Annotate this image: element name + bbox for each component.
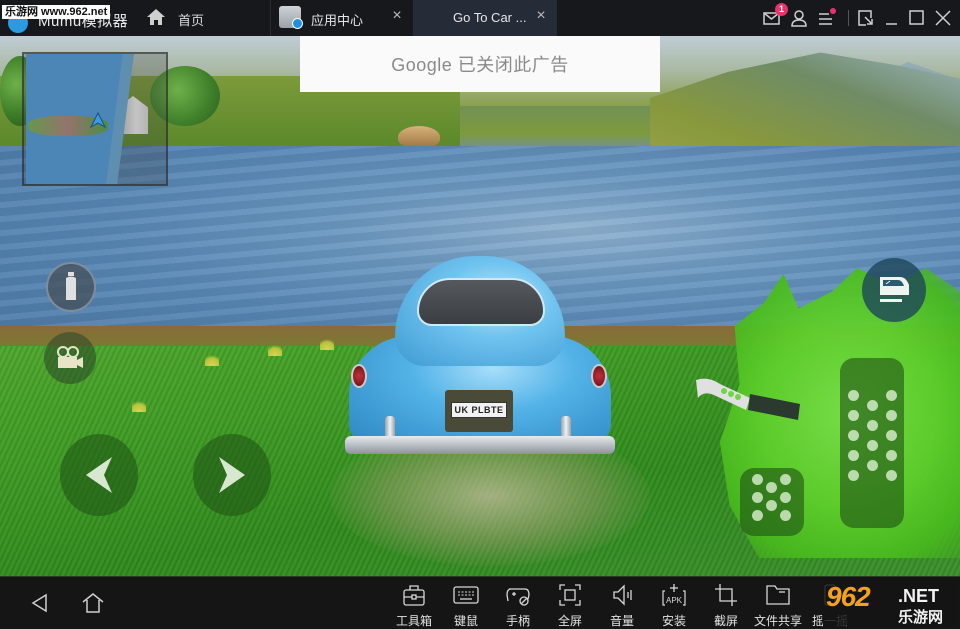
minimize-icon [886,23,897,25]
tab-home[interactable]: 首页 [140,0,270,36]
folder-icon [766,585,790,605]
minimize-button[interactable] [882,8,902,28]
file-share-label: 文件共享 [753,614,802,628]
rear-bumper [345,436,615,454]
tab-game[interactable]: Go To Car ... × [413,0,960,576]
arrow-left-icon [86,457,112,493]
shrink-button[interactable] [856,8,876,28]
watermark-cn: 乐游网 [898,609,944,626]
handbrake-button[interactable] [694,376,804,426]
apk-install-icon: APK [662,584,686,606]
user-button[interactable] [789,8,809,28]
svg-text:APK: APK [666,596,683,605]
watermark-brand: 962 [826,581,871,612]
fullscreen-label: 全屏 [557,614,582,628]
player-position-arrow-icon [90,112,106,128]
tab-close-icon[interactable]: × [533,8,549,24]
tab-game-label: Go To Car ... [453,10,527,25]
grass-tuft [205,352,219,366]
android-home-button[interactable] [81,591,105,615]
gamepad-button[interactable]: 手柄 [492,581,544,628]
shrink-icon [858,10,873,26]
brake-pedal-button[interactable] [740,468,804,536]
keyboard-mouse-button[interactable]: 键鼠 [440,581,492,628]
gas-pedal-button[interactable] [840,358,904,528]
rock [398,126,440,148]
fullscreen-icon [559,584,581,606]
watermark-suffix: .NET [898,586,940,606]
car-rear-window [417,278,545,326]
keyboard-mouse-label: 键鼠 [453,614,478,628]
back-triangle-icon [31,593,47,613]
nitro-bottle-icon [66,272,76,300]
license-plate: UK PLBTE [451,402,507,418]
keyboard-icon [453,586,479,604]
toolbox-button[interactable]: 工具箱 [388,581,440,628]
tab-close-icon[interactable]: × [389,8,405,24]
app-brand: Mumu模拟器 乐游网 www.962.net [0,0,136,36]
toolbox-label: 工具箱 [395,614,432,628]
back-button[interactable] [28,591,52,615]
gamepad-icon [506,588,530,606]
app-center-bag-icon [279,6,303,29]
arrow-right-icon [219,457,245,493]
install-apk-button[interactable]: APK 安装 [648,581,700,628]
tab-app-center[interactable]: 应用中心 × [271,0,413,36]
camera-icon [57,346,83,368]
maximize-icon [909,10,924,25]
left-taillight [351,364,367,388]
volume-label: 音量 [609,614,634,628]
tab-app-center-label: 应用中心 [311,13,364,28]
steer-left-button[interactable] [60,434,138,516]
grass-tuft [268,342,282,356]
user-icon [791,10,807,27]
962-watermark-logo: 962 .NET 乐游网 [822,580,958,626]
home-icon [147,9,165,25]
menu-button[interactable] [816,8,836,28]
crop-screenshot-icon [715,584,737,606]
maximize-button[interactable] [907,8,927,28]
closed-ad-banner: Google 已关闭此广告 [300,36,660,92]
android-home-icon [82,593,104,613]
door-button[interactable] [862,258,926,322]
message-count-badge: 1 [775,3,788,16]
title-bar: Mumu模拟器 乐游网 www.962.net 首页 应用中心 × Go To … [0,0,960,576]
bottom-toolbar: 工具箱 键鼠 手柄 全屏 音量 APK 安装 截屏 文件共享 [0,576,960,629]
minimap [22,52,168,186]
screenshot-button[interactable]: 截屏 [700,581,752,628]
grass-tuft [320,336,334,350]
camera-button[interactable] [44,332,96,384]
handbrake-icon [696,378,800,420]
tab-home-label: 首页 [178,13,205,28]
close-button[interactable] [933,8,953,28]
volume-button[interactable]: 音量 [596,581,648,628]
screenshot-label: 截屏 [713,614,738,628]
messages-button[interactable]: 1 [762,3,788,28]
grass-tuft [132,398,146,412]
file-share-button[interactable]: 文件共享 [752,581,804,628]
fullscreen-button[interactable]: 全屏 [544,581,596,628]
nitro-button[interactable] [46,262,96,312]
player-car: UK PLBTE [345,256,615,466]
right-taillight [591,364,607,388]
game-viewport[interactable]: UK PLBTE Google 已关闭此广告 [0,36,960,576]
menu-notification-dot [830,8,836,14]
toolbar-divider [848,10,849,26]
car-door-icon [880,277,909,302]
steer-right-button[interactable] [193,434,271,516]
toolbox-icon [403,585,425,606]
close-icon [935,10,951,26]
gamepad-label: 手柄 [505,614,530,628]
ad-closed-text: Google 已关闭此广告 [391,55,569,75]
site-watermark: 乐游网 www.962.net [2,5,111,19]
install-apk-label: 安装 [661,614,686,628]
volume-icon [613,584,632,606]
